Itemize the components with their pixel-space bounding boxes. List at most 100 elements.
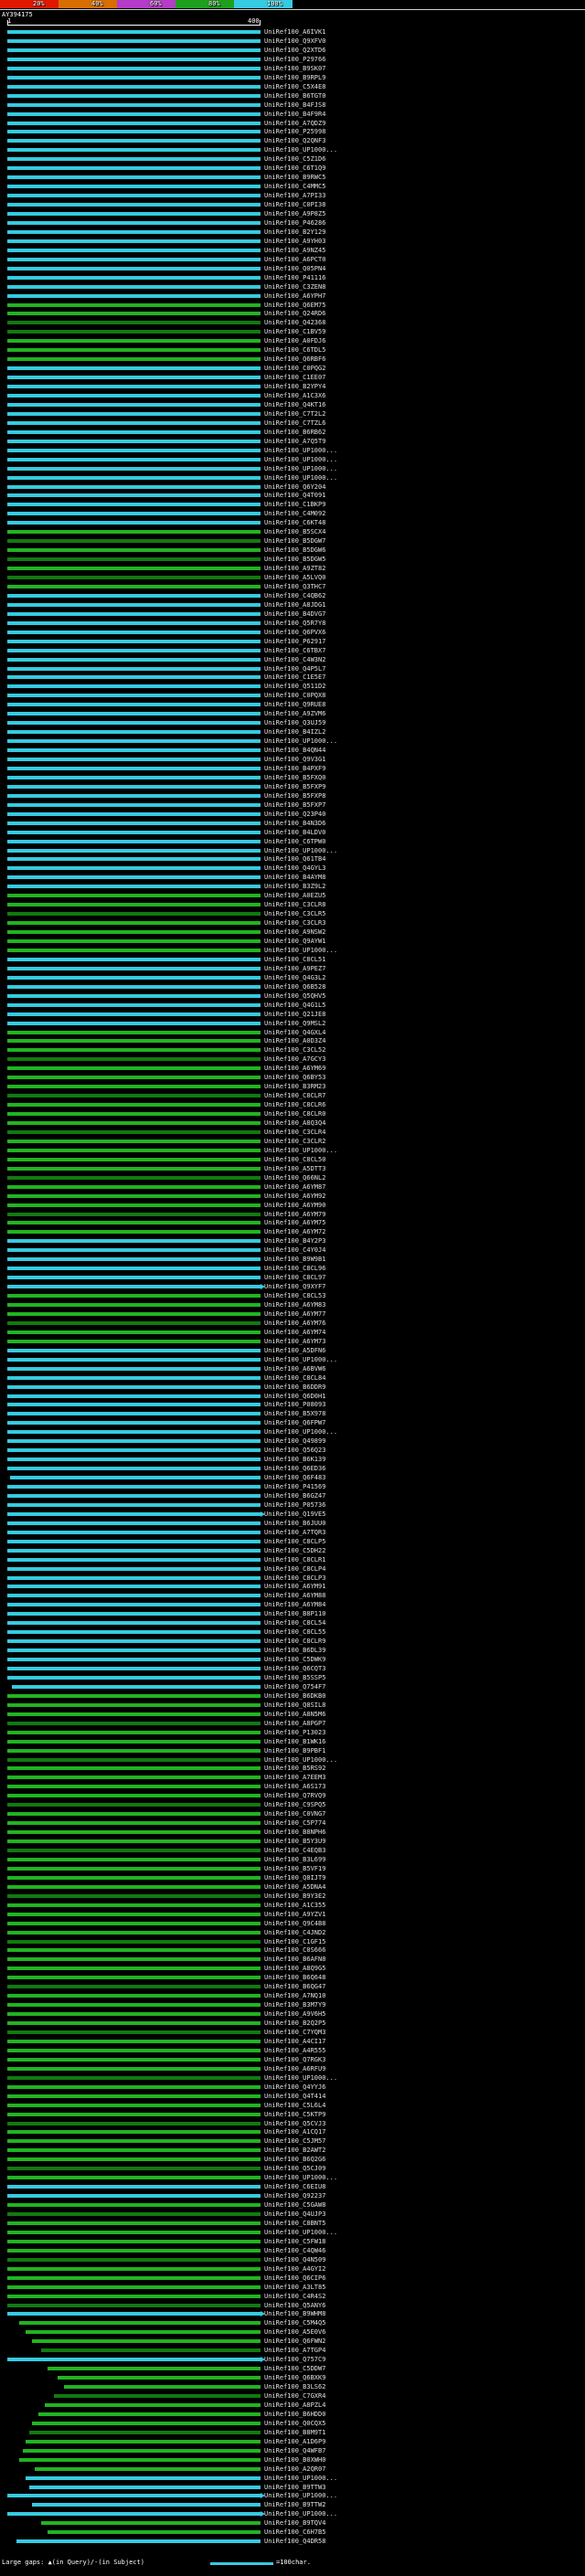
hit-label: UniRef100_UP1000... <box>264 2174 338 2182</box>
hit-label: UniRef100_A6YM90 <box>264 1201 326 1209</box>
hit-line <box>7 1129 261 1134</box>
hit-label: UniRef100_B9W9B1 <box>264 1256 326 1264</box>
hit-label: UniRef100_A7TQR3 <box>264 1528 326 1536</box>
hit-row: UniRef100_C6H7B5 <box>0 2528 585 2537</box>
hit-label: UniRef100_B1WK16 <box>264 1737 326 1745</box>
hit-row: UniRef100_A9NSW2 <box>0 928 585 937</box>
hit-label: UniRef100_B5FXP7 <box>264 800 326 809</box>
hit-row: UniRef100_C6KT48 <box>0 518 585 527</box>
hit-label: UniRef100_B9TQV4 <box>264 2519 326 2528</box>
hit-row: UniRef100_A6YM74 <box>0 1328 585 1337</box>
hit-label: UniRef100_B5FXP8 <box>264 791 326 800</box>
hit-row: UniRef100_C6EIU8 <box>0 2182 585 2191</box>
hit-row: UniRef100_C1BKP9 <box>0 500 585 509</box>
hit-row: UniRef100_C8CL55 <box>0 1627 585 1637</box>
hit-label: UniRef100_B5Y3U9 <box>264 1838 326 1846</box>
hit-label: UniRef100_C8CL50 <box>264 1155 326 1163</box>
hit-line <box>7 1721 261 1725</box>
hit-line <box>22 2448 261 2453</box>
hit-line <box>7 1712 261 1716</box>
hit-row: UniRef100_C8CL51 <box>0 955 585 964</box>
hit-line <box>7 321 261 325</box>
hit-label: UniRef100_UP1000... <box>264 473 338 482</box>
hit-row: UniRef100_UP1000... <box>0 145 585 154</box>
hit-line <box>7 721 261 726</box>
hit-label: UniRef100_B6GZ47 <box>264 1491 326 1500</box>
hit-row: UniRef100_Q9MSL2 <box>0 1019 585 1028</box>
hit-label: UniRef100_P41116 <box>264 273 326 281</box>
hit-line <box>7 1976 261 1980</box>
hit-row: UniRef100_C1E5E7 <box>0 673 585 682</box>
hit-row: UniRef100_C4JND2 <box>0 1928 585 1937</box>
hit-row: UniRef100_B4LDV0 <box>0 828 585 837</box>
hit-label: UniRef100_B9RWC5 <box>264 174 326 182</box>
hit-label: UniRef100_A8PGP7 <box>264 1719 326 1727</box>
hit-line <box>7 1521 261 1525</box>
hit-row: UniRef100_B4N3D6 <box>0 819 585 828</box>
hit-line <box>7 1803 261 1807</box>
hit-label: UniRef100_Q4P5L7 <box>264 664 326 673</box>
hit-row: UniRef100_Q4DR58 <box>0 2537 585 2546</box>
hit-label: UniRef100_Q6PVX6 <box>264 628 326 636</box>
hit-row: UniRef100_B6K139 <box>0 1455 585 1464</box>
hit-line <box>7 875 261 880</box>
hit-label: UniRef100_Q9RUE8 <box>264 701 326 709</box>
hit-line <box>7 2084 261 2089</box>
hit-row: UniRef100_Q42368 <box>0 318 585 327</box>
hit-row: UniRef100_C5L6L4 <box>0 2101 585 2110</box>
hit-row: UniRef100_C5KTP9 <box>0 2110 585 2119</box>
hit-label: UniRef100_C6TBX7 <box>264 646 326 654</box>
hit-label: UniRef100_Q6CIP6 <box>264 2274 326 2282</box>
hit-label: UniRef100_B6AFN8 <box>264 1956 326 1964</box>
hit-row: UniRef100_UP1000... <box>0 1755 585 1765</box>
hit-row: UniRef100_A9ZT82 <box>0 564 585 573</box>
hit-row: UniRef100_B9TTW2 <box>0 2500 585 2509</box>
hit-label: UniRef100_Q4YYJ6 <box>264 2083 326 2091</box>
hit-label: UniRef100_Q61TB4 <box>264 855 326 864</box>
hit-row: UniRef100_A5DFN6 <box>0 1346 585 1355</box>
hit-row: UniRef100_C4EQB3 <box>0 1846 585 1855</box>
hit-row: UniRef100_B4QN44 <box>0 746 585 755</box>
hit-row: UniRef100_Q7RVQ9 <box>0 1791 585 1800</box>
hit-row: UniRef100_Q5R7Y8 <box>0 619 585 628</box>
hit-line <box>7 1985 261 1989</box>
hit-line <box>7 1921 261 1925</box>
hit-label: UniRef100_C5JM57 <box>264 2137 326 2146</box>
hit-row: UniRef100_A0D3Z4 <box>0 1036 585 1045</box>
hit-row: UniRef100_C7GXR4 <box>0 2391 585 2401</box>
hit-line <box>7 1548 261 1553</box>
hit-label: UniRef100_Q9XYF7 <box>264 1283 326 1291</box>
hit-line <box>7 1203 261 1207</box>
hit-line <box>7 257 261 261</box>
hit-line <box>7 357 261 362</box>
hit-label: UniRef100_C4M092 <box>264 510 326 518</box>
hit-line <box>7 1794 261 1798</box>
hit-line <box>7 1757 261 1762</box>
hit-row: UniRef100_B6DKB0 <box>0 1691 585 1701</box>
hit-line <box>7 1485 261 1489</box>
hit-label: UniRef100_C5KTP9 <box>264 2110 326 2118</box>
hit-line <box>7 921 261 926</box>
hit-label: UniRef100_B6Q648 <box>264 1974 326 1982</box>
hit-row: UniRef100_Q92237 <box>0 2191 585 2200</box>
hit-label: UniRef100_A8PZL4 <box>264 2401 326 2409</box>
hit-line <box>7 657 261 662</box>
hit-row: UniRef100_A9P8Z5 <box>0 209 585 218</box>
hit-line <box>7 402 261 407</box>
hit-row: UniRef100_Q6EM75 <box>0 301 585 310</box>
hit-line <box>9 1476 261 1480</box>
hit-label: UniRef100_UP1000... <box>264 846 338 854</box>
hit-row: UniRef100_C4QW46 <box>0 2246 585 2255</box>
hit-line <box>63 2385 261 2390</box>
hit-line <box>7 811 261 816</box>
hit-label: UniRef100_C1EE07 <box>264 374 326 382</box>
hit-row: UniRef100_A7QDZ9 <box>0 119 585 128</box>
hit-line <box>7 212 261 216</box>
hit-line <box>7 2275 261 2280</box>
hit-line <box>7 1157 261 1161</box>
hit-row: UniRef100_A6YM90 <box>0 1201 585 1210</box>
hit-row: UniRef100_C1EE07 <box>0 373 585 382</box>
hit-line <box>7 1303 261 1307</box>
hit-line <box>7 1957 261 1962</box>
hit-line <box>7 1267 261 1271</box>
